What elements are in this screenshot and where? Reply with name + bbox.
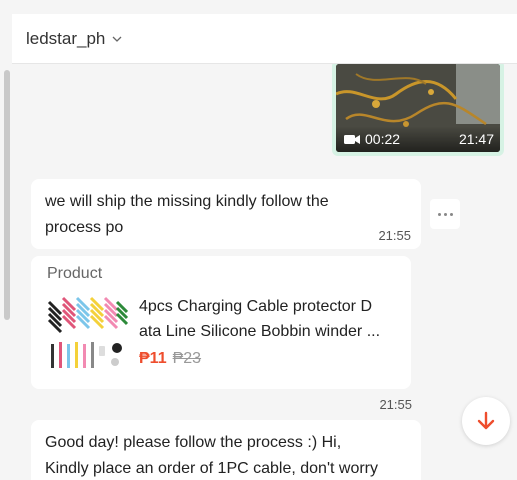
product-title-line-1: 4pcs Charging Cable protector D (139, 298, 373, 315)
chat-area: 00:22 21:47 we will ship the missing kin… (12, 64, 517, 480)
message-time: 21:55 (378, 228, 411, 243)
product-image[interactable] (47, 294, 129, 376)
video-thumbnail[interactable]: 00:22 21:47 (336, 64, 500, 152)
product-prices: ₱11 ₱23 (139, 350, 401, 368)
chevron-down-icon[interactable] (111, 33, 123, 45)
product-row[interactable]: 4pcs Charging Cable protector D ata Line… (47, 294, 401, 376)
message-text-line: process po (45, 219, 124, 236)
dot-icon (449, 212, 453, 216)
video-camera-icon (344, 134, 360, 144)
dot-icon (443, 212, 447, 216)
message-bubble[interactable]: Good day! please follow the process :) H… (31, 420, 421, 480)
video-message[interactable]: 00:22 21:47 (332, 64, 504, 156)
top-strip (0, 0, 517, 14)
product-card-time: 21:55 (379, 397, 412, 412)
product-card-header: Product (47, 265, 103, 282)
message-bubble[interactable]: we will ship the missing kindly follow t… (31, 179, 421, 249)
video-duration-text: 00:22 (365, 131, 401, 147)
contact-name[interactable]: ledstar_ph (26, 29, 105, 49)
product-card[interactable]: Product 4pcs Charging Cable protector D … (31, 256, 411, 389)
message-text: we will ship the missing kindly follow t… (45, 189, 407, 241)
message-text-line: Kindly place an order of 1PC cable, don'… (45, 460, 379, 477)
scrollbar[interactable] (4, 70, 10, 320)
video-time: 21:47 (458, 131, 494, 147)
arrow-down-icon (477, 411, 495, 430)
dot-icon (437, 212, 441, 216)
scroll-to-bottom-button[interactable] (462, 397, 510, 445)
video-meta: 00:22 21:47 (336, 126, 500, 152)
product-old-price: ₱23 (172, 350, 202, 367)
chat-header: ledstar_ph (12, 14, 517, 64)
message-text-line: Good day! please follow the process :) H… (45, 434, 342, 451)
video-duration: 00:22 (344, 131, 400, 147)
message-text-line: we will ship the missing kindly follow t… (45, 193, 329, 210)
product-info: 4pcs Charging Cable protector D ata Line… (139, 294, 401, 376)
message-text: Good day! please follow the process :) H… (45, 430, 407, 480)
product-price: ₱11 (139, 350, 167, 367)
product-title-line-2: ata Line Silicone Bobbin winder ... (139, 323, 381, 340)
more-options-button[interactable] (430, 199, 460, 229)
